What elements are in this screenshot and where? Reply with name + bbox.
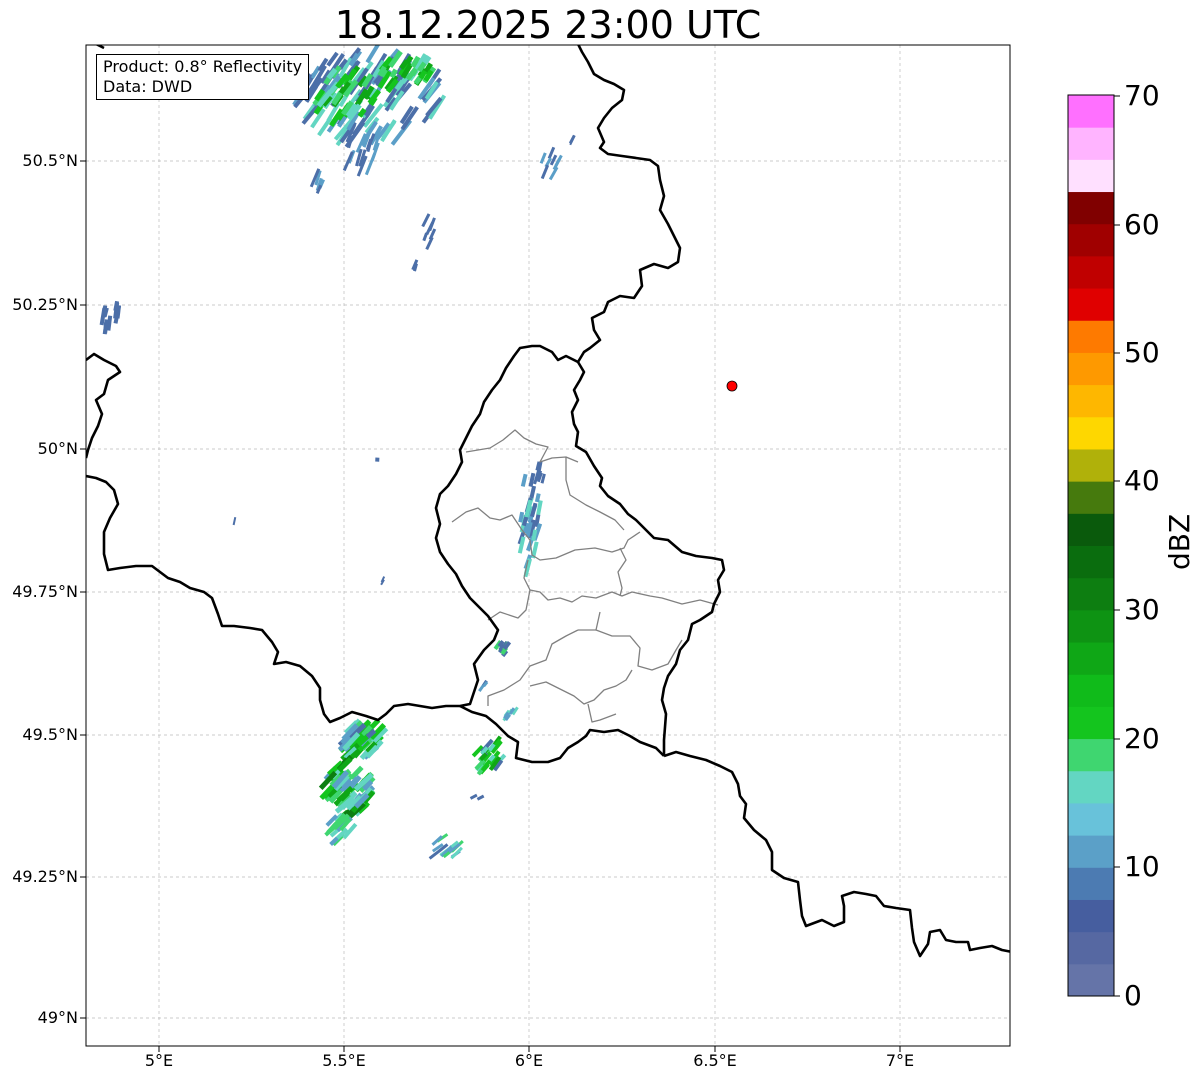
lon-label: 6.5°E [693, 1051, 737, 1070]
colorbar-segment [1068, 545, 1114, 579]
colorbar-segment [1068, 835, 1114, 868]
colorbar-segment [1068, 255, 1114, 289]
colorbar [1068, 95, 1114, 997]
colorbar-tick-label: 0 [1124, 979, 1142, 1012]
echo-streak [113, 302, 120, 319]
info-box: Product: 0.8° Reflectivity Data: DWD [96, 54, 310, 100]
lon-label: 6°E [514, 1051, 544, 1070]
colorbar-tick-label: 30 [1124, 593, 1160, 626]
colorbar-segment [1068, 867, 1114, 900]
colorbar-segment [1068, 288, 1114, 321]
colorbar-segment [1068, 191, 1114, 225]
colorbar-segment [1068, 609, 1114, 643]
colorbar-segment [1068, 95, 1114, 128]
colorbar-segment [1068, 159, 1114, 193]
product-label: Product: 0.8° Reflectivity [103, 57, 303, 76]
colorbar-segment [1068, 738, 1114, 772]
colorbar-segment [1068, 963, 1114, 997]
echo-streak [531, 529, 538, 541]
colorbar-segment [1068, 448, 1114, 482]
colorbar-segment [1068, 481, 1114, 514]
echo-streak [520, 473, 528, 487]
colorbar-segment [1068, 770, 1114, 804]
colorbar-segment [1068, 223, 1114, 257]
colorbar-tick-label: 10 [1124, 850, 1160, 883]
echo-streak [106, 315, 113, 331]
colorbar-segment [1068, 513, 1114, 546]
radar-map [80, 44, 1120, 1052]
lon-label: 5°E [144, 1051, 174, 1070]
colorbar-tick-label: 40 [1124, 464, 1160, 497]
lat-label: 50.25°N [12, 295, 78, 314]
lat-label: 50.5°N [22, 151, 78, 170]
echo-streak [528, 472, 536, 488]
colorbar-segment [1068, 352, 1114, 386]
colorbar-segment [1068, 802, 1114, 836]
colorbar-segment [1068, 384, 1114, 418]
location-marker [726, 380, 738, 392]
colorbar-unit-label: dBZ [1163, 513, 1196, 570]
echo-streak [537, 460, 543, 473]
colorbar-tick-label: 20 [1124, 722, 1160, 755]
echo-streak [536, 500, 543, 516]
colorbar-segment [1068, 706, 1114, 740]
lon-label: 7°E [885, 1051, 915, 1070]
lat-label: 49.5°N [22, 725, 78, 744]
colorbar-tick-label: 70 [1124, 79, 1160, 112]
echo-streak [534, 493, 541, 503]
colorbar-segment [1068, 642, 1114, 675]
colorbar-segment [1068, 577, 1114, 611]
echo-streak [103, 322, 109, 334]
colorbar-segment [1068, 674, 1114, 707]
echo-streak [518, 511, 525, 523]
colorbar-segment [1068, 931, 1114, 965]
data-source-label: Data: DWD [103, 77, 193, 96]
lat-label: 49.25°N [12, 867, 78, 886]
lon-label: 5.5°E [322, 1051, 366, 1070]
colorbar-tick-label: 60 [1124, 208, 1160, 241]
colorbar-segment [1068, 127, 1114, 160]
lat-label: 49.75°N [12, 582, 78, 601]
echo-streak [102, 305, 108, 318]
colorbar-tick-label: 50 [1124, 336, 1160, 369]
colorbar-ticks [1114, 95, 1120, 997]
colorbar-segment [1068, 320, 1114, 353]
lat-label: 50°N [37, 439, 78, 458]
colorbar-segment [1068, 416, 1114, 450]
colorbar-segment [1068, 899, 1114, 933]
lat-ticks [80, 160, 86, 1019]
lat-label: 49°N [37, 1008, 78, 1027]
